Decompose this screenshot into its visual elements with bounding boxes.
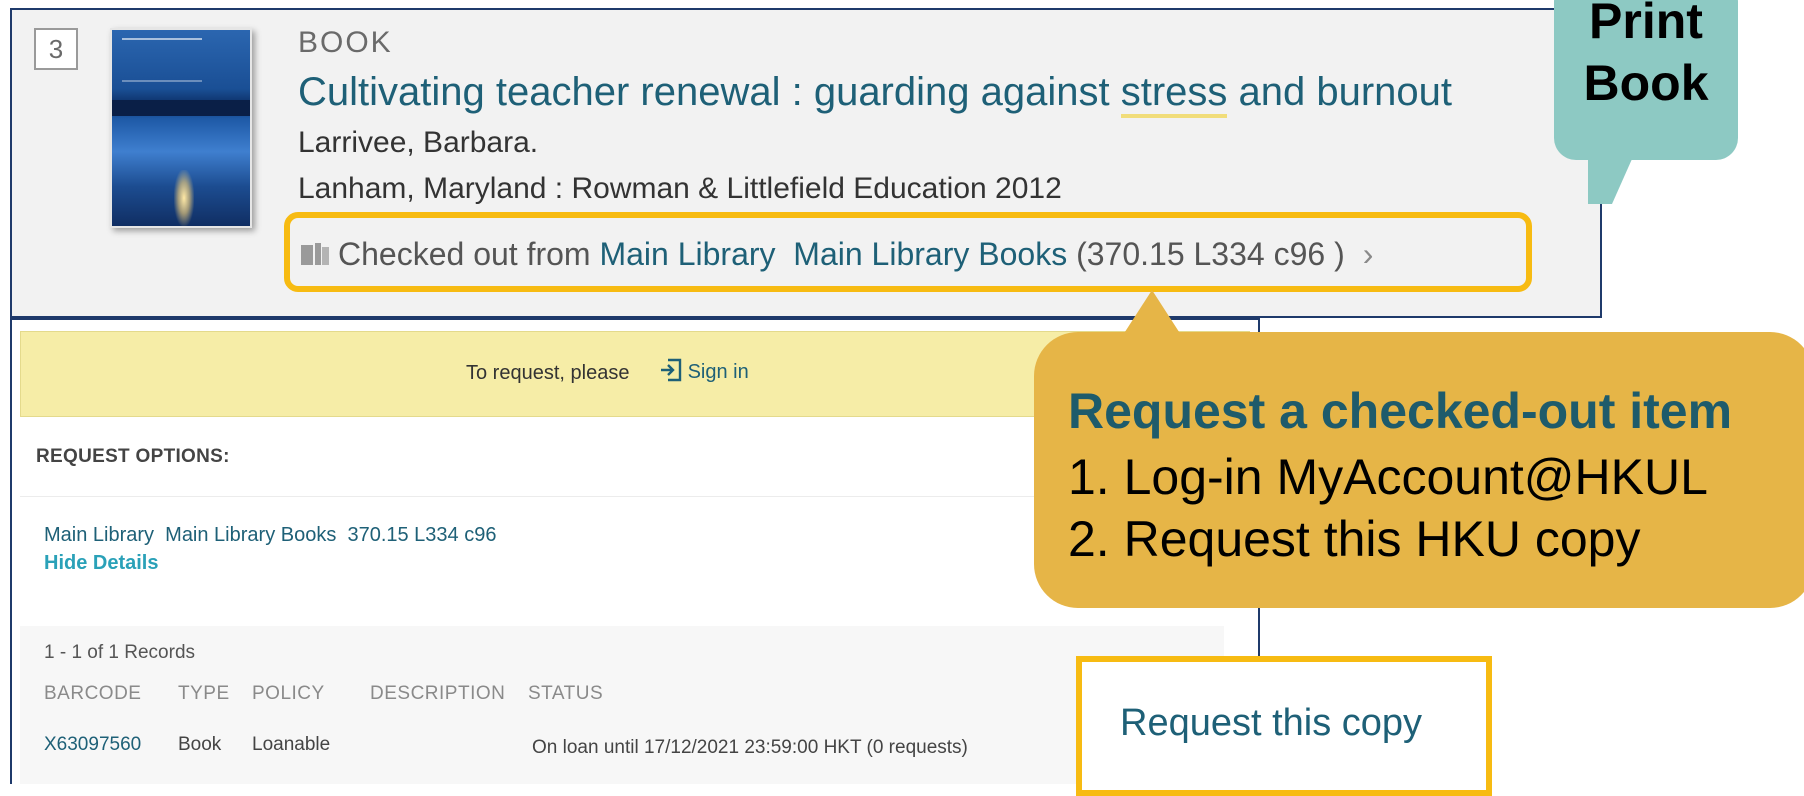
material-type: BOOK — [298, 26, 393, 59]
print-book-line2: Book — [1583, 55, 1709, 111]
column-header-barcode: BARCODE — [44, 683, 142, 704]
hide-details-link[interactable]: Hide Details — [44, 552, 158, 575]
signin-prompt: To request, please — [466, 362, 630, 384]
title-text: Cultivating teacher renewal : guarding a… — [298, 70, 1121, 114]
request-options-heading: REQUEST OPTIONS: — [36, 446, 230, 467]
request-callout-step1: 1. Log-in MyAccount@HKUL — [1068, 449, 1708, 505]
column-header-policy: POLICY — [252, 683, 325, 704]
request-this-copy-link[interactable]: Request this copy — [1120, 702, 1422, 745]
print-book-callout-tail — [1588, 150, 1636, 204]
book-cover-thumbnail[interactable] — [110, 28, 252, 228]
book-icon — [300, 238, 330, 275]
item-barcode-link[interactable]: X63097560 — [44, 734, 141, 756]
result-number: 3 — [34, 28, 78, 70]
title-text-end: and burnout — [1227, 70, 1453, 114]
records-count: 1 - 1 of 1 Records — [44, 642, 196, 663]
item-policy: Loanable — [252, 734, 331, 755]
availability-library: Main Library — [599, 236, 776, 272]
holding-location-link[interactable]: Main Library Main Library Books 370.15 L… — [44, 524, 496, 547]
sign-in-icon — [660, 358, 682, 383]
availability-line[interactable]: Checked out from Main Library Main Libra… — [300, 236, 1373, 275]
request-callout-heading: Request a checked-out item — [1068, 383, 1733, 439]
availability-location: Main Library Books — [793, 236, 1068, 272]
print-book-line1: Print — [1589, 0, 1703, 49]
signin-label: Sign in — [687, 361, 749, 383]
signin-link[interactable]: Sign in — [660, 358, 749, 384]
author: Larrivee, Barbara. — [298, 126, 539, 159]
item-status: On loan until 17/12/2021 23:59:00 HKT (0… — [532, 737, 968, 758]
item-type: Book — [178, 734, 222, 755]
item-records — [20, 626, 1224, 784]
availability-status: Checked out from — [338, 236, 600, 272]
column-header-status: STATUS — [528, 683, 604, 704]
publication-info: Lanham, Maryland : Rowman & Littlefield … — [298, 172, 1062, 205]
availability-call-number: (370.15 L334 c96 ) — [1076, 236, 1345, 272]
print-book-callout-text: Print Book — [1554, 0, 1738, 114]
column-header-type: TYPE — [178, 683, 230, 704]
title-highlight-term: stress — [1120, 70, 1228, 118]
result-title-link[interactable]: Cultivating teacher renewal : guarding a… — [298, 70, 1453, 118]
request-callout-step2: 2. Request this HKU copy — [1068, 511, 1641, 567]
column-header-description: DESCRIPTION — [370, 683, 506, 704]
chevron-right-icon: › — [1362, 236, 1374, 272]
